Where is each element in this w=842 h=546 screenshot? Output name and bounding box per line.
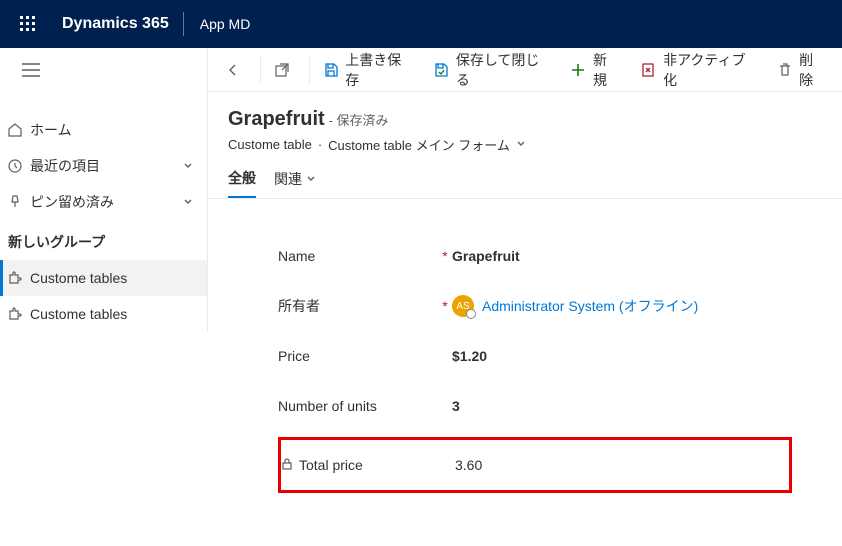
form-card: Name * Grapefruit 所有者 * AS Administrator…	[258, 219, 812, 493]
nav-home-label: ホーム	[26, 120, 197, 140]
record-status: 保存済み	[337, 113, 389, 128]
nav-recent-label: 最近の項目	[26, 156, 183, 176]
record-header: Grapefruit - 保存済み Custome table · Custom…	[208, 92, 842, 158]
breadcrumb: Custome table · Custome table メイン フォーム	[228, 135, 822, 154]
tab-related[interactable]: 関連	[274, 168, 316, 198]
nav-home[interactable]: ホーム	[0, 112, 207, 148]
trash-icon	[776, 61, 793, 79]
field-name[interactable]: Name * Grapefruit	[278, 231, 792, 281]
nav-custome-tables-2-label: Custome tables	[26, 306, 197, 322]
deactivate-button[interactable]: 非アクティブ化	[630, 48, 766, 92]
app-launcher-button[interactable]	[8, 16, 48, 32]
app-name[interactable]: App MD	[184, 16, 267, 32]
puzzle-icon	[4, 270, 26, 286]
breadcrumb-sep: ·	[318, 137, 322, 152]
cmd-separator	[309, 56, 310, 84]
save-close-label: 保存して閉じる	[456, 50, 550, 90]
field-units[interactable]: Number of units 3	[278, 381, 792, 431]
deactivate-label: 非アクティブ化	[663, 50, 756, 90]
field-total-price: Total price 3.60	[281, 440, 789, 490]
record-title: Grapefruit	[228, 108, 325, 131]
field-price-label: Price	[278, 348, 438, 364]
command-bar: 上書き保存 保存して閉じる 新規 非アクティブ化 削除	[208, 48, 842, 92]
highlight-box: Total price 3.60	[278, 437, 792, 493]
delete-button[interactable]: 削除	[766, 48, 836, 92]
tab-general-label: 全般	[228, 168, 256, 188]
global-top-bar: Dynamics 365 App MD	[0, 0, 842, 48]
record-status-prefix: -	[329, 113, 337, 128]
nav-pinned[interactable]: ピン留め済み	[0, 184, 207, 220]
plus-icon	[570, 61, 587, 79]
required-marker: *	[438, 248, 452, 264]
puzzle-icon	[4, 306, 26, 322]
nav-custome-tables-2[interactable]: Custome tables	[0, 296, 207, 332]
owner-link[interactable]: Administrator System (オフライン)	[482, 296, 698, 316]
nav-pinned-label: ピン留め済み	[26, 192, 183, 212]
save-button[interactable]: 上書き保存	[312, 48, 423, 92]
waffle-icon	[20, 16, 36, 32]
field-units-label: Number of units	[278, 398, 438, 414]
back-button[interactable]	[214, 48, 258, 92]
tab-related-label: 関連	[274, 169, 302, 189]
field-price-value: $1.20	[452, 348, 487, 364]
hamburger-icon	[22, 63, 40, 77]
brand-name[interactable]: Dynamics 365	[48, 15, 183, 33]
breadcrumb-form[interactable]: Custome table メイン フォーム	[328, 135, 510, 154]
nav-custome-tables-1[interactable]: Custome tables	[0, 260, 207, 296]
save-close-button[interactable]: 保存して閉じる	[423, 48, 560, 92]
form-tabs: 全般 関連	[208, 158, 842, 199]
save-label: 上書き保存	[345, 50, 412, 90]
new-button[interactable]: 新規	[560, 48, 630, 92]
field-name-value: Grapefruit	[452, 248, 520, 264]
save-icon	[322, 61, 339, 79]
field-total-value: 3.60	[455, 457, 482, 473]
save-close-icon	[433, 61, 450, 79]
nav-collapse-button[interactable]	[0, 48, 48, 92]
chevron-down-icon	[183, 158, 197, 174]
required-marker: *	[438, 298, 452, 314]
field-units-value: 3	[452, 398, 460, 414]
chevron-down-icon	[306, 171, 316, 187]
cmd-separator	[260, 56, 261, 84]
new-label: 新規	[593, 50, 620, 90]
deactivate-icon	[640, 61, 657, 79]
pin-icon	[4, 194, 26, 210]
chevron-down-icon[interactable]	[516, 137, 526, 152]
field-total-label: Total price	[281, 457, 441, 473]
tab-general[interactable]: 全般	[228, 168, 256, 198]
owner-avatar: AS	[452, 295, 474, 317]
breadcrumb-entity: Custome table	[228, 137, 312, 152]
open-in-new-icon	[273, 61, 291, 79]
field-price[interactable]: Price $1.20	[278, 331, 792, 381]
clock-icon	[4, 158, 26, 174]
nav-custome-tables-1-label: Custome tables	[26, 270, 197, 286]
open-new-window-button[interactable]	[263, 48, 307, 92]
nav-recent[interactable]: 最近の項目	[0, 148, 207, 184]
field-owner[interactable]: 所有者 * AS Administrator System (オフライン)	[278, 281, 792, 331]
lock-icon	[281, 458, 293, 473]
main-content: 上書き保存 保存して閉じる 新規 非アクティブ化 削除 Grapefruit -…	[208, 48, 842, 546]
home-icon	[4, 122, 26, 138]
back-arrow-icon	[224, 61, 242, 79]
field-owner-label: 所有者	[278, 296, 438, 316]
form-body: Name * Grapefruit 所有者 * AS Administrator…	[208, 199, 842, 523]
chevron-down-icon	[183, 194, 197, 210]
nav-group-header: 新しいグループ	[0, 220, 207, 260]
delete-label: 削除	[799, 50, 826, 90]
field-name-label: Name	[278, 248, 438, 264]
